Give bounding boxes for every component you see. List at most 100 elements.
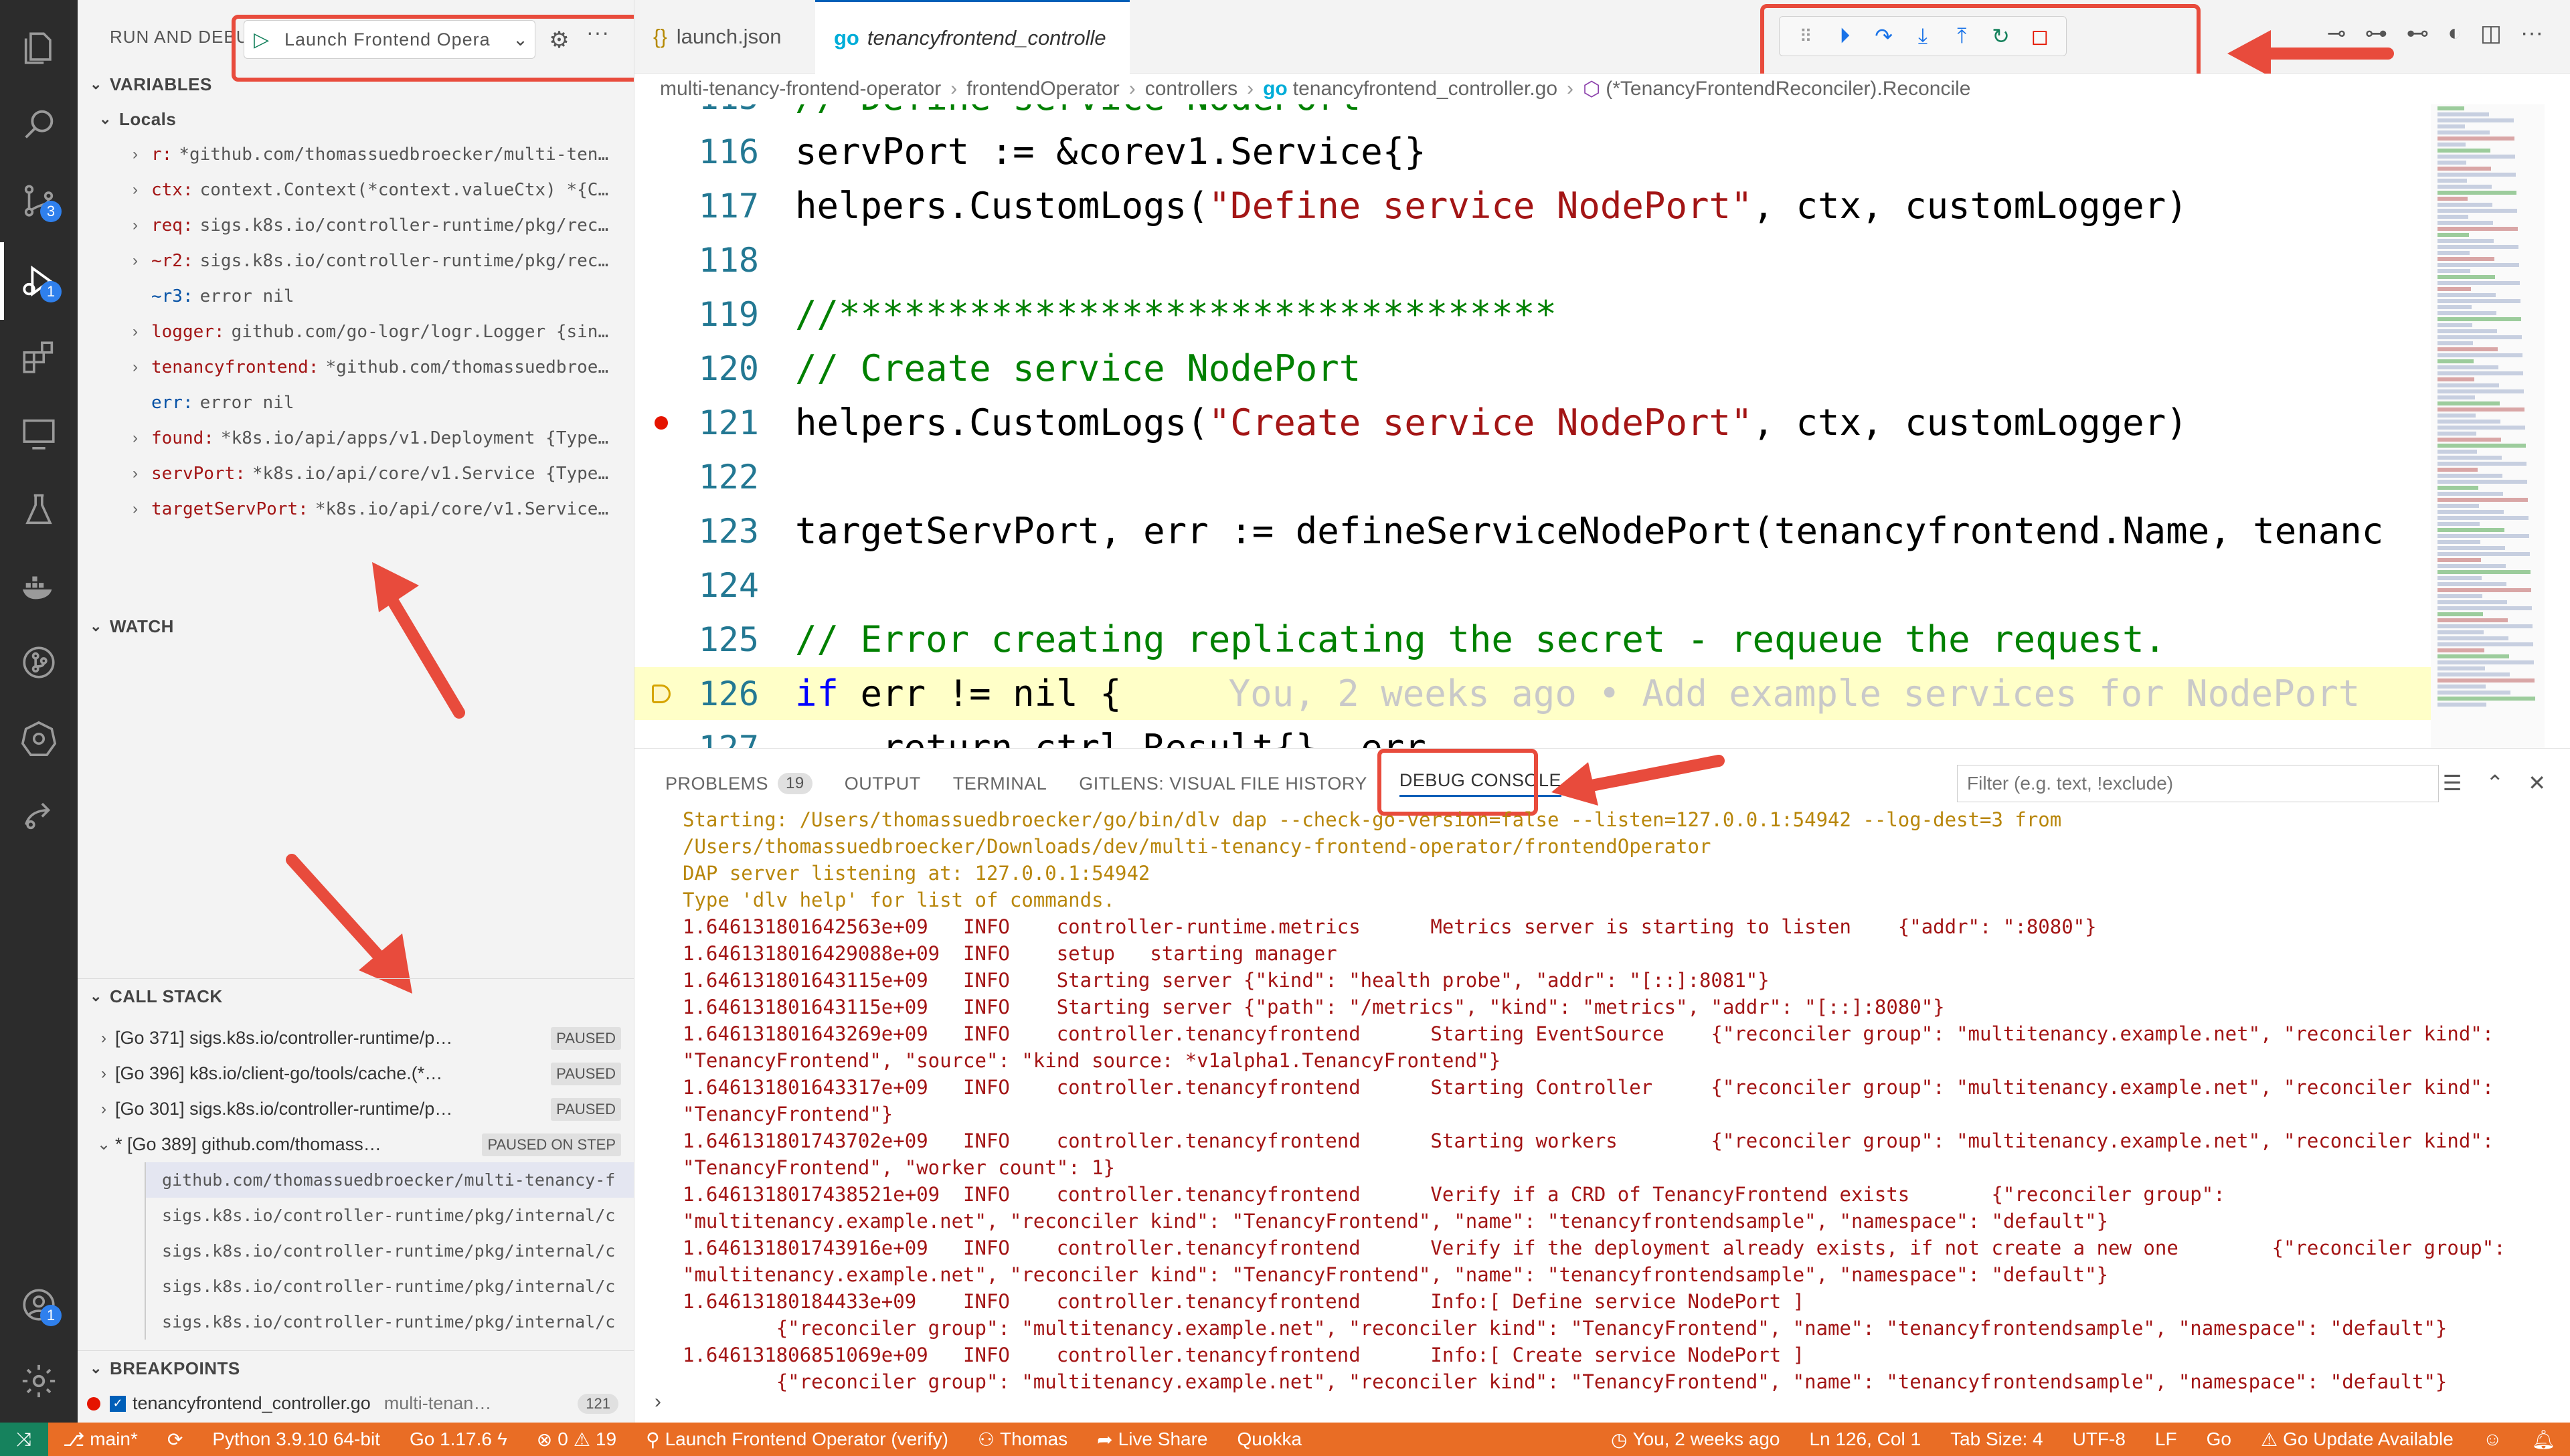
tab-launch-json[interactable]: {} launch.json bbox=[634, 0, 815, 74]
variable-row[interactable]: › servPort: *k8s.io/api/core/v1.Service {T… bbox=[78, 456, 634, 491]
breadcrumb-item[interactable]: multi-tenancy-frontend-operator bbox=[660, 78, 941, 100]
live-share-status[interactable]: ➦ Live Share bbox=[1097, 1429, 1207, 1451]
breadcrumb-item[interactable]: (*TenancyFrontendReconciler).Reconcile bbox=[1606, 78, 1970, 100]
stack-frame[interactable]: github.com/thomassuedbroecker/multi-tena… bbox=[145, 1162, 634, 1198]
branch-status[interactable]: ⎇ main* bbox=[63, 1429, 138, 1451]
testing-icon[interactable] bbox=[15, 486, 63, 534]
source-control-icon[interactable]: 3 bbox=[15, 177, 63, 225]
problems-status[interactable]: ⊗ 0 ⚠ 19 bbox=[537, 1429, 616, 1451]
thread-item[interactable]: › [Go 301] sigs.k8s.io/controller-runtime… bbox=[78, 1091, 634, 1127]
code-line[interactable]: 120 // Create service NodePort bbox=[634, 342, 2435, 395]
code-line[interactable]: 119 //********************************* bbox=[634, 288, 2435, 341]
variable-row[interactable]: › ~r2: sigs.k8s.io/controller-runtime/pkg/… bbox=[78, 243, 634, 278]
go-version[interactable]: Go 1.17.6 ϟ bbox=[410, 1429, 507, 1450]
stack-frame[interactable]: sigs.k8s.io/controller-runtime/pkg/inter… bbox=[145, 1304, 634, 1340]
breakpoint-checkbox[interactable]: ✓ bbox=[110, 1395, 126, 1412]
gitlens-icon[interactable] bbox=[15, 638, 63, 687]
variable-row[interactable]: › logger: github.com/go-logr/logr.Logger {… bbox=[78, 314, 634, 349]
variable-row[interactable]: err: error nil bbox=[78, 385, 634, 420]
locals-scope[interactable]: ⌄ Locals bbox=[78, 102, 634, 136]
feedback-icon[interactable]: ☺ bbox=[2483, 1429, 2502, 1450]
minimap-line bbox=[2437, 636, 2508, 640]
code-editor[interactable]: 115// Define service NodePort 116 servPort… bbox=[634, 104, 2570, 748]
stack-frame[interactable]: sigs.k8s.io/controller-runtime/pkg/inter… bbox=[145, 1198, 634, 1233]
breadcrumb-item[interactable]: controllers bbox=[1145, 78, 1237, 100]
code-line[interactable]: 118 bbox=[634, 234, 2435, 286]
code-line[interactable]: 126 if err != nil {You, 2 weeks ago • Add… bbox=[634, 667, 2435, 720]
tab-terminal[interactable]: TERMINAL bbox=[953, 774, 1047, 794]
language-mode[interactable]: Go bbox=[2207, 1429, 2231, 1450]
manage-gear-icon[interactable] bbox=[15, 1357, 63, 1405]
quokka-status[interactable]: Quokka bbox=[1237, 1429, 1302, 1450]
variable-row[interactable]: ~r3: error nil bbox=[78, 278, 634, 314]
code-line[interactable]: 123 targetServPort, err := defineServiceN… bbox=[634, 505, 2435, 557]
code-line[interactable]: 116 servPort := &corev1.Service{} bbox=[634, 125, 2435, 178]
live-share-icon[interactable] bbox=[15, 791, 63, 839]
tab-output[interactable]: OUTPUT bbox=[845, 774, 921, 794]
tab-size[interactable]: Tab Size: 4 bbox=[1950, 1429, 2043, 1450]
docker-icon[interactable] bbox=[15, 562, 63, 610]
thread-item[interactable]: ⌄ * [Go 389] github.com/thomass… PAUSED ON… bbox=[78, 1127, 634, 1162]
account-icon[interactable]: 1 bbox=[15, 1281, 63, 1329]
notifications-icon[interactable]: 🔔︎ bbox=[2531, 1429, 2555, 1451]
code-line[interactable]: 117 helpers.CustomLogs("Define service No… bbox=[634, 179, 2435, 232]
breakpoint-item[interactable]: ✓ tenancyfrontend_controller.go multi-te… bbox=[78, 1386, 634, 1421]
tab-problems[interactable]: PROBLEMS 19 bbox=[665, 773, 812, 794]
variable-row[interactable]: › req: sigs.k8s.io/controller-runtime/pkg/… bbox=[78, 207, 634, 243]
breakpoints-header[interactable]: ⌄ BREAKPOINTS bbox=[78, 1351, 634, 1386]
breadcrumb-item[interactable]: tenancyfrontend_controller.go bbox=[1293, 78, 1557, 100]
watch-header[interactable]: ⌄ WATCH bbox=[78, 609, 634, 644]
git-compare-icon[interactable]: ⊸ bbox=[2327, 20, 2346, 47]
close-panel-icon[interactable]: ✕ bbox=[2528, 770, 2546, 796]
split-editor-icon[interactable]: ◫ bbox=[2480, 20, 2502, 47]
variable-row[interactable]: › found: *k8s.io/api/apps/v1.Deployment {T… bbox=[78, 420, 634, 456]
minimap[interactable] bbox=[2431, 104, 2545, 748]
kubernetes-icon[interactable] bbox=[15, 715, 63, 763]
clear-console-icon[interactable]: ☰ bbox=[2443, 770, 2462, 796]
breadcrumb-item[interactable]: frontendOperator bbox=[966, 78, 1119, 100]
python-interpreter[interactable]: Python 3.9.10 64-bit bbox=[212, 1429, 380, 1450]
debug-launch-status[interactable]: ⚲ Launch Frontend Operator (verify) bbox=[646, 1429, 948, 1451]
variable-row[interactable]: › tenancyfrontend: *github.com/thomassuedb… bbox=[78, 349, 634, 385]
variable-row[interactable]: › r: *github.com/thomassuedbroecker/multi-… bbox=[78, 136, 634, 172]
encoding[interactable]: UTF-8 bbox=[2073, 1429, 2126, 1450]
stack-frame[interactable]: sigs.k8s.io/controller-runtime/pkg/inter… bbox=[145, 1233, 634, 1269]
code-line[interactable]: 124 bbox=[634, 559, 2435, 612]
remote-indicator-icon[interactable]: ⤨ bbox=[0, 1423, 48, 1456]
thread-item[interactable]: › [Go 396] k8s.io/client-go/tools/cache.(… bbox=[78, 1056, 634, 1091]
maximize-panel-icon[interactable]: ⌃ bbox=[2486, 770, 2504, 796]
git-next-icon[interactable]: ⊷ bbox=[2406, 20, 2429, 47]
console-prompt-chevron-icon[interactable]: › bbox=[655, 1390, 661, 1413]
variable-row[interactable]: › targetServPort: *k8s.io/api/core/v1.Serv… bbox=[78, 491, 634, 527]
code-line[interactable]: 125 // Error creating replicating the sec… bbox=[634, 613, 2435, 666]
variable-row[interactable]: › ctx: context.Context(*context.valueCtx) … bbox=[78, 172, 634, 207]
tab-tenancyfrontend-controller[interactable]: go tenancyfrontend_controlle bbox=[815, 0, 1130, 74]
cursor-position[interactable]: Ln 126, Col 1 bbox=[1809, 1429, 1921, 1450]
code-line[interactable]: 121 helpers.CustomLogs("Create service No… bbox=[634, 396, 2435, 449]
user-status[interactable]: ⚇ Thomas bbox=[978, 1429, 1067, 1451]
tab-gitlens-history[interactable]: GITLENS: VISUAL FILE HISTORY bbox=[1079, 774, 1367, 794]
breakpoint-dot-icon[interactable] bbox=[655, 416, 668, 430]
gitlens-blame-icon[interactable]: ◐ bbox=[2448, 20, 2462, 47]
extensions-icon[interactable] bbox=[15, 333, 63, 381]
code-line[interactable]: 122 bbox=[634, 450, 2435, 503]
sync-icon[interactable]: ⟳ bbox=[167, 1429, 183, 1451]
git-blame-status[interactable]: ◷ You, 2 weeks ago bbox=[1611, 1429, 1780, 1451]
search-icon[interactable] bbox=[15, 100, 63, 149]
minimap-line bbox=[2437, 486, 2478, 490]
call-stack-header[interactable]: ⌄ CALL STACK bbox=[78, 979, 634, 1014]
git-previous-icon[interactable]: ⊶ bbox=[2365, 20, 2387, 47]
console-filter-input[interactable] bbox=[1957, 765, 2439, 802]
thread-item[interactable]: › [Go 371] sigs.k8s.io/controller-runtime… bbox=[78, 1020, 634, 1056]
code-line[interactable]: 127 return ctrl.Result{}, err bbox=[634, 721, 2435, 748]
go-update-status[interactable]: ⚠ Go Update Available bbox=[2261, 1429, 2454, 1451]
variables-header[interactable]: ⌄ VARIABLES bbox=[78, 67, 634, 102]
run-debug-icon[interactable]: 1 bbox=[15, 257, 63, 305]
remote-explorer-icon[interactable] bbox=[15, 410, 63, 458]
explorer-icon[interactable] bbox=[15, 24, 63, 72]
stack-frame[interactable]: sigs.k8s.io/controller-runtime/pkg/inter… bbox=[145, 1269, 634, 1304]
eol[interactable]: LF bbox=[2155, 1429, 2177, 1450]
more-actions-icon[interactable]: ··· bbox=[2520, 20, 2543, 47]
code-line[interactable]: 115// Define service NodePort bbox=[634, 104, 2435, 124]
debug-console-output[interactable]: Starting: /Users/thomassuedbroecker/go/b… bbox=[683, 806, 2543, 1395]
